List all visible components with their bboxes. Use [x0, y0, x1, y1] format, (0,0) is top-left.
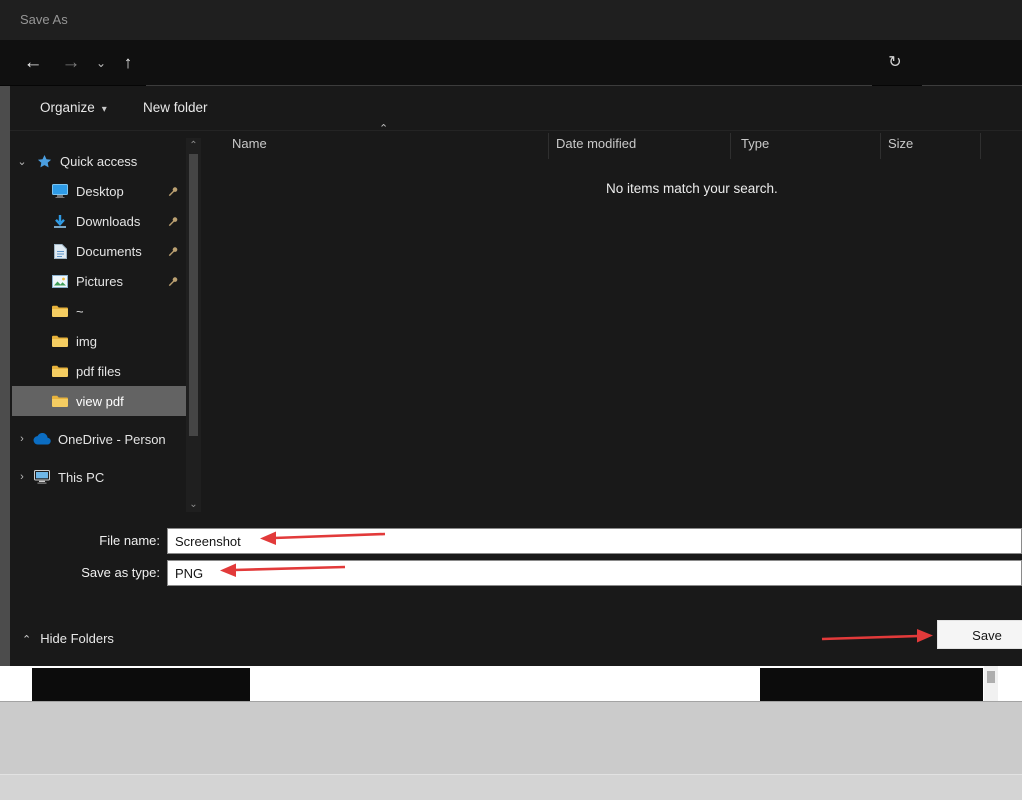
sidebar-item-quick-access[interactable]: ⌄ Quick access: [12, 146, 186, 176]
sidebar-item-label: Pictures: [76, 274, 123, 289]
sidebar-item-label: img: [76, 334, 97, 349]
background-dark-block: [760, 668, 983, 701]
column-divider: [548, 133, 549, 159]
scroll-down-icon[interactable]: ⌄: [186, 499, 201, 510]
chevron-right-icon[interactable]: ›: [12, 471, 32, 483]
empty-list-message: No items match your search.: [606, 181, 778, 196]
sidebar-item-label: Downloads: [76, 214, 140, 229]
sidebar-item-label: This PC: [58, 470, 104, 485]
sort-ascending-icon: ⌃: [379, 122, 388, 135]
chevron-right-icon[interactable]: ›: [12, 433, 32, 445]
file-name-label: File name:: [0, 533, 160, 548]
sidebar-item-downloads[interactable]: Downloads: [12, 206, 186, 236]
save-as-type-select[interactable]: [167, 560, 1022, 586]
sidebar-item-pictures[interactable]: Pictures: [12, 266, 186, 296]
chevron-up-icon: ⌃: [22, 634, 31, 646]
sidebar-item-label: OneDrive - Person: [58, 432, 166, 447]
title-bar: Save As: [0, 0, 1022, 40]
sidebar-item-documents[interactable]: Documents: [12, 236, 186, 266]
this-pc-icon: [32, 470, 52, 484]
sidebar-item-pdf-files[interactable]: pdf files: [12, 356, 186, 386]
sidebar-item-label: Documents: [76, 244, 142, 259]
column-header-type[interactable]: Type: [741, 136, 769, 151]
sidebar-item-label: Desktop: [76, 184, 124, 199]
save-as-type-label: Save as type:: [0, 565, 160, 580]
pin-icon: [168, 276, 179, 287]
save-as-dialog: Save As ← → ⌄ ↑ › This PC › Desktop › sc…: [0, 0, 1022, 666]
navigation-toolbar: ← → ⌄ ↑ › This PC › Desktop › screenshot…: [0, 40, 1022, 86]
sidebar-item-onedrive[interactable]: › OneDrive - Person: [12, 420, 186, 458]
background-dark-block: [32, 668, 250, 701]
pin-icon: [168, 246, 179, 257]
pin-icon: [168, 216, 179, 227]
save-button[interactable]: Save: [937, 620, 1022, 649]
documents-icon: [50, 244, 70, 259]
sidebar-item-desktop[interactable]: Desktop: [12, 176, 186, 206]
folder-icon: [50, 395, 70, 408]
organize-button[interactable]: Organize ▾: [40, 86, 107, 130]
pin-icon: [168, 186, 179, 197]
file-name-input[interactable]: [167, 528, 1022, 554]
organize-label: Organize: [40, 100, 95, 115]
sidebar-item-label: view pdf: [76, 394, 124, 409]
folder-icon: [50, 365, 70, 378]
column-divider: [880, 133, 881, 159]
recent-locations-chevron-icon[interactable]: ⌄: [90, 40, 112, 86]
forward-icon[interactable]: →: [56, 40, 86, 86]
desktop-icon: [50, 184, 70, 198]
new-folder-button[interactable]: New folder: [143, 86, 208, 130]
column-divider: [980, 133, 981, 159]
background-window-statusbar: [0, 774, 1022, 800]
column-header-name[interactable]: Name: [232, 136, 267, 151]
column-divider: [730, 133, 731, 159]
background-scrollbar: [984, 666, 998, 701]
hide-folders-label: Hide Folders: [40, 631, 114, 646]
quick-access-star-icon: [34, 154, 54, 169]
sidebar-item-view-pdf[interactable]: view pdf: [12, 386, 186, 416]
onedrive-cloud-icon: [32, 433, 52, 445]
sidebar-item-home-folder[interactable]: ~: [12, 296, 186, 326]
sidebar-item-label: pdf files: [76, 364, 121, 379]
annotation-arrow-save-button: [820, 625, 935, 647]
sidebar-item-label: ~: [76, 304, 84, 319]
chevron-down-icon[interactable]: ⌄: [12, 155, 32, 168]
window-title: Save As: [20, 0, 68, 40]
sidebar-item-this-pc[interactable]: › This PC: [12, 458, 186, 496]
hide-folders-button[interactable]: ⌃ Hide Folders: [22, 626, 114, 652]
up-icon[interactable]: ↑: [114, 40, 142, 86]
refresh-icon[interactable]: ↻: [880, 40, 910, 86]
sidebar-item-label: Quick access: [60, 154, 137, 169]
column-header-date-modified[interactable]: Date modified: [556, 136, 636, 151]
back-icon[interactable]: ←: [18, 40, 48, 86]
folder-icon: [50, 335, 70, 348]
sidebar-scrollbar[interactable]: ⌃ ⌄: [186, 138, 201, 512]
background-scrollbar-thumb: [987, 671, 995, 683]
caret-down-icon: ▾: [102, 104, 107, 115]
command-bar: Organize ▾ New folder: [0, 86, 1022, 131]
pictures-icon: [50, 275, 70, 288]
sidebar-item-img[interactable]: img: [12, 326, 186, 356]
scrollbar-thumb[interactable]: [189, 154, 198, 436]
column-header-size[interactable]: Size: [888, 136, 913, 151]
downloads-icon: [50, 214, 70, 228]
folder-icon: [50, 305, 70, 318]
scroll-up-icon[interactable]: ⌃: [186, 140, 201, 151]
navigation-pane: ⌄ Quick access Desktop Downloads: [12, 146, 186, 496]
